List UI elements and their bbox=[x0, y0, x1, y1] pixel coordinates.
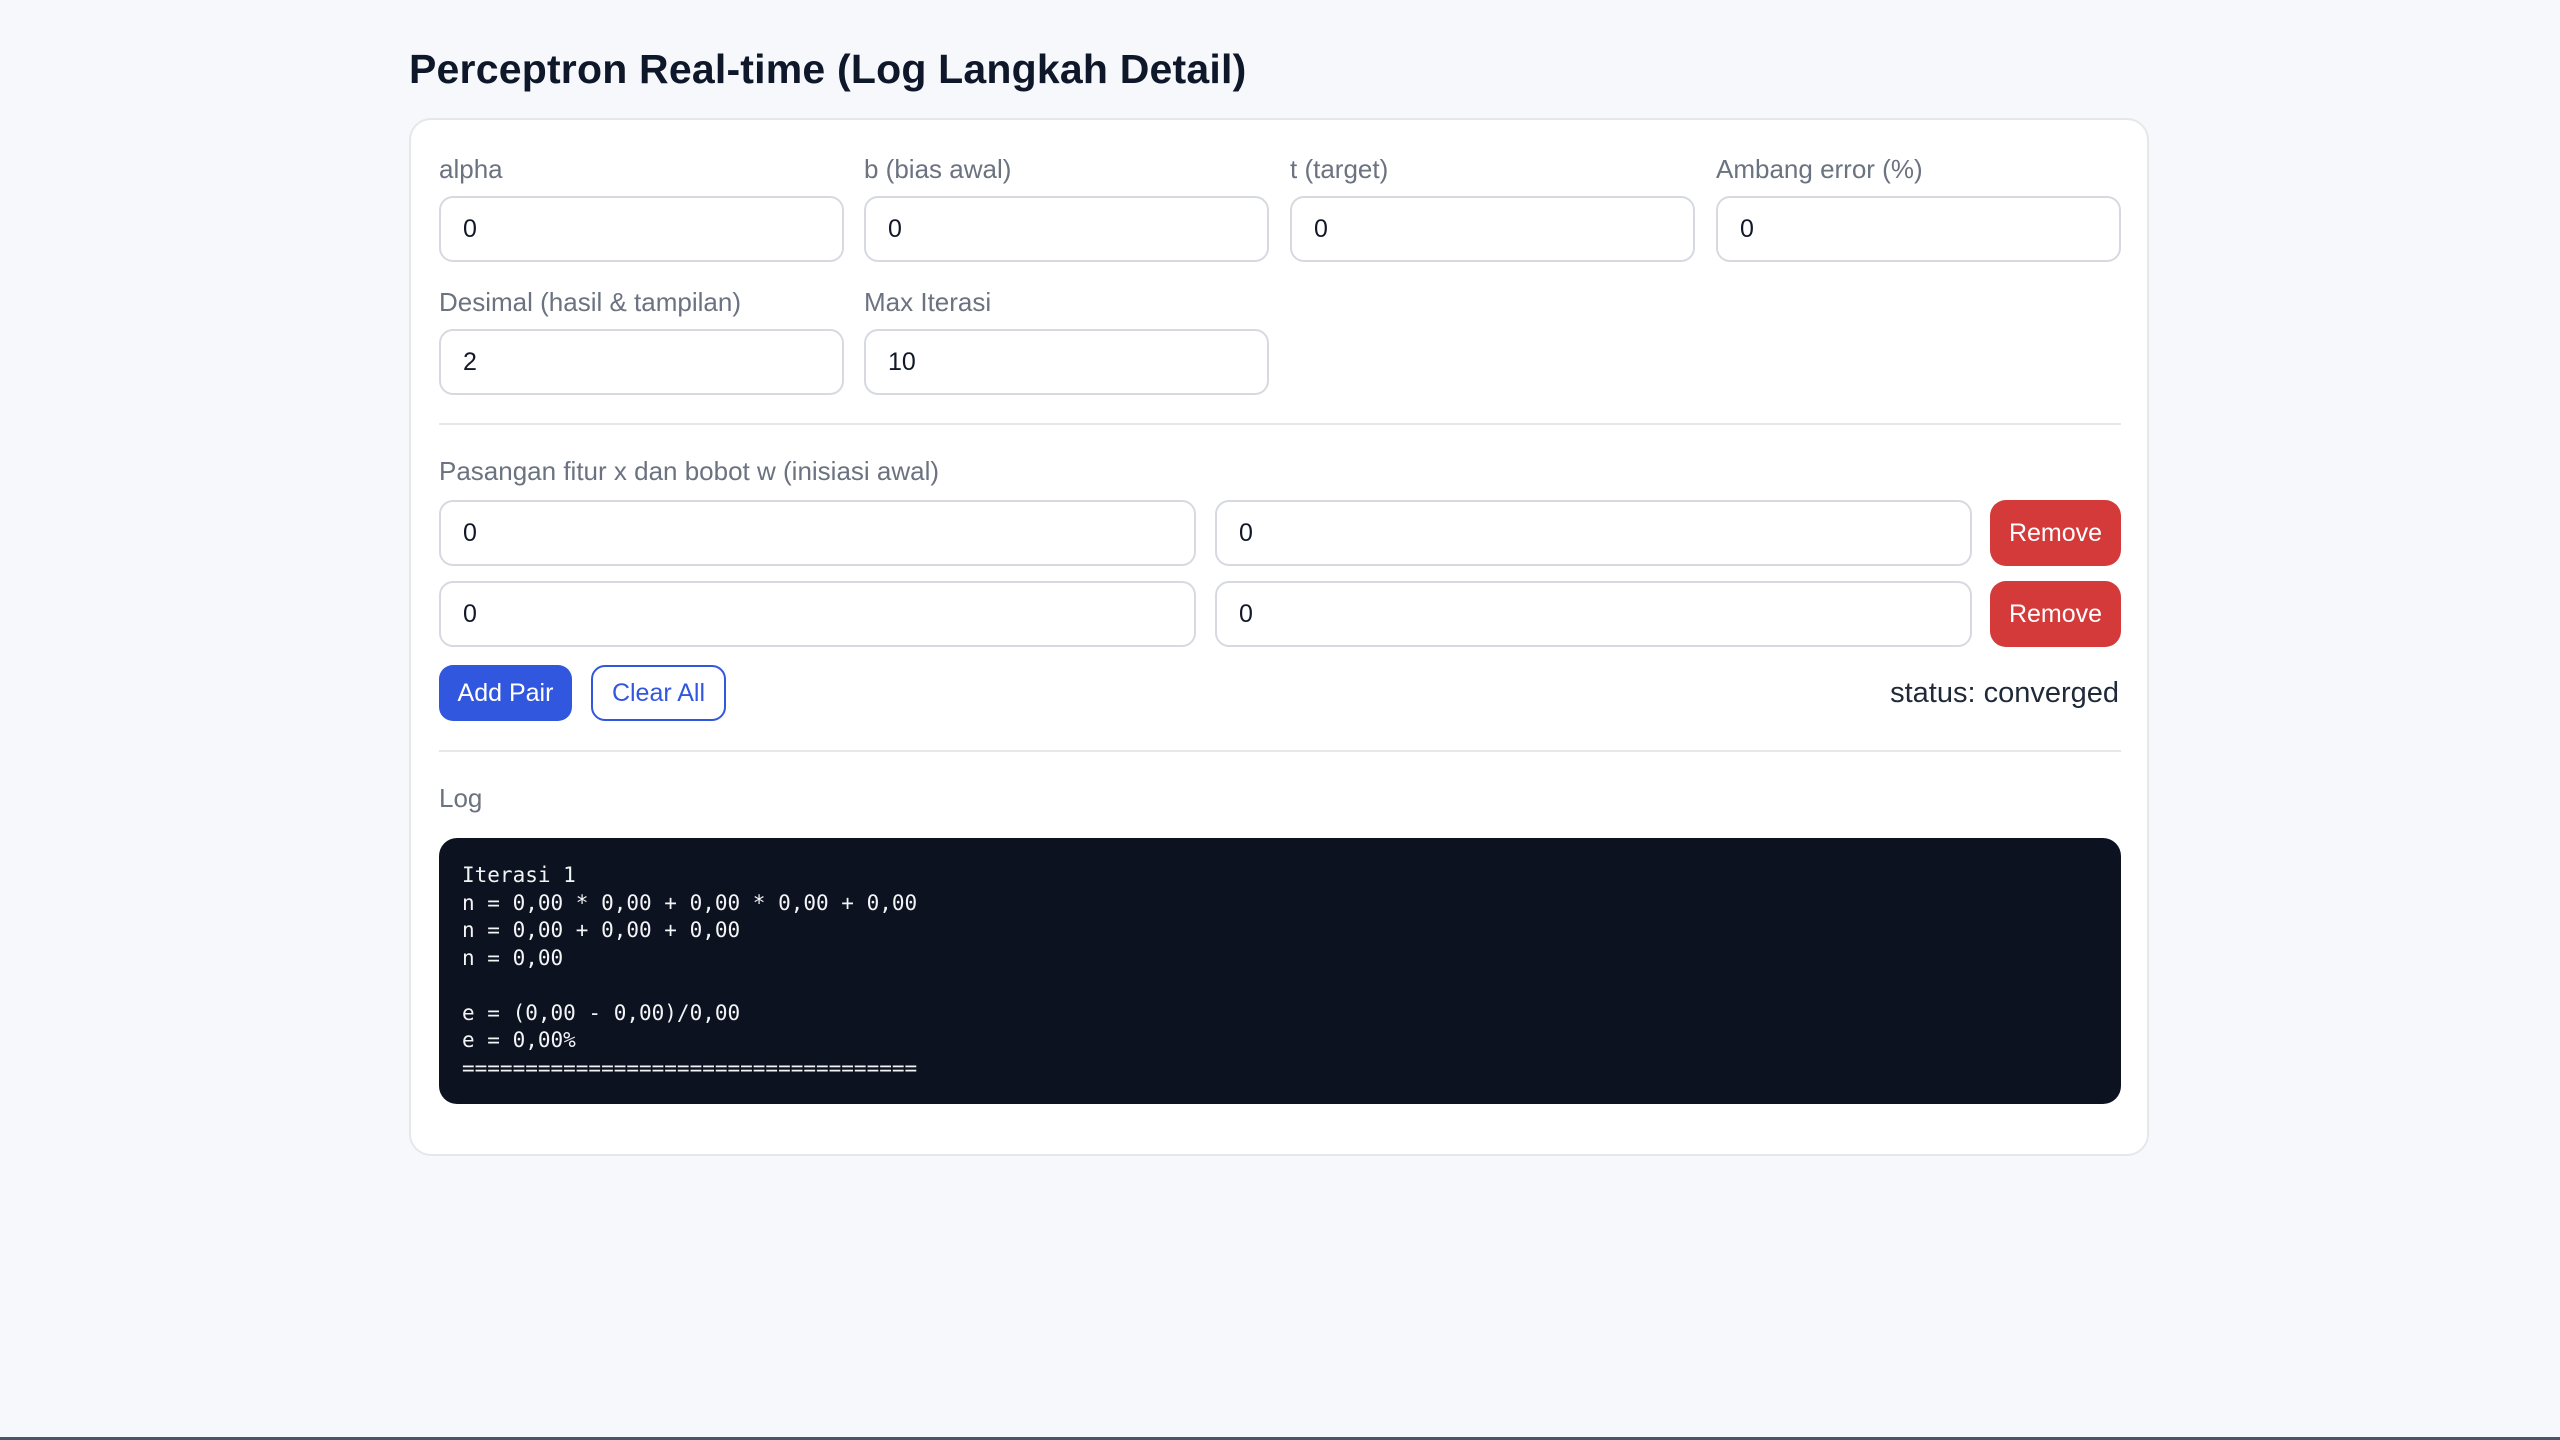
log-output: Iterasi 1 n = 0,00 * 0,00 + 0,00 * 0,00 … bbox=[439, 838, 2121, 1104]
add-pair-button[interactable]: Add Pair bbox=[439, 665, 572, 721]
target-label: t (target) bbox=[1290, 154, 1389, 184]
error-threshold-label: Ambang error (%) bbox=[1716, 154, 1923, 184]
status-text: status: converged bbox=[1890, 677, 2119, 709]
max-iter-label: Max Iterasi bbox=[864, 287, 992, 317]
error-threshold-input[interactable] bbox=[1716, 196, 2121, 262]
alpha-label: alpha bbox=[439, 154, 503, 184]
bias-label: b (bias awal) bbox=[864, 154, 1012, 184]
divider bbox=[439, 423, 2121, 425]
target-input[interactable] bbox=[1290, 196, 1695, 262]
remove-pair-button[interactable]: Remove bbox=[1990, 500, 2121, 566]
decimals-label: Desimal (hasil & tampilan) bbox=[439, 287, 741, 317]
weight-w-input[interactable] bbox=[1215, 500, 1972, 566]
remove-pair-button[interactable]: Remove bbox=[1990, 581, 2121, 647]
page: Perceptron Real-time (Log Langkah Detail… bbox=[0, 0, 2560, 1440]
bias-input[interactable] bbox=[864, 196, 1269, 262]
feature-x-input[interactable] bbox=[439, 581, 1196, 647]
divider bbox=[439, 750, 2121, 752]
pairs-label: Pasangan fitur x dan bobot w (inisiasi a… bbox=[439, 456, 940, 486]
form-card: alpha b (bias awal) t (target) Ambang er… bbox=[409, 118, 2149, 1156]
max-iter-input[interactable] bbox=[864, 329, 1269, 395]
weight-w-input[interactable] bbox=[1215, 581, 1972, 647]
feature-x-input[interactable] bbox=[439, 500, 1196, 566]
clear-all-button[interactable]: Clear All bbox=[591, 665, 726, 721]
log-label: Log bbox=[439, 783, 483, 813]
decimals-input[interactable] bbox=[439, 329, 844, 395]
alpha-input[interactable] bbox=[439, 196, 844, 262]
page-title: Perceptron Real-time (Log Langkah Detail… bbox=[409, 46, 1247, 92]
